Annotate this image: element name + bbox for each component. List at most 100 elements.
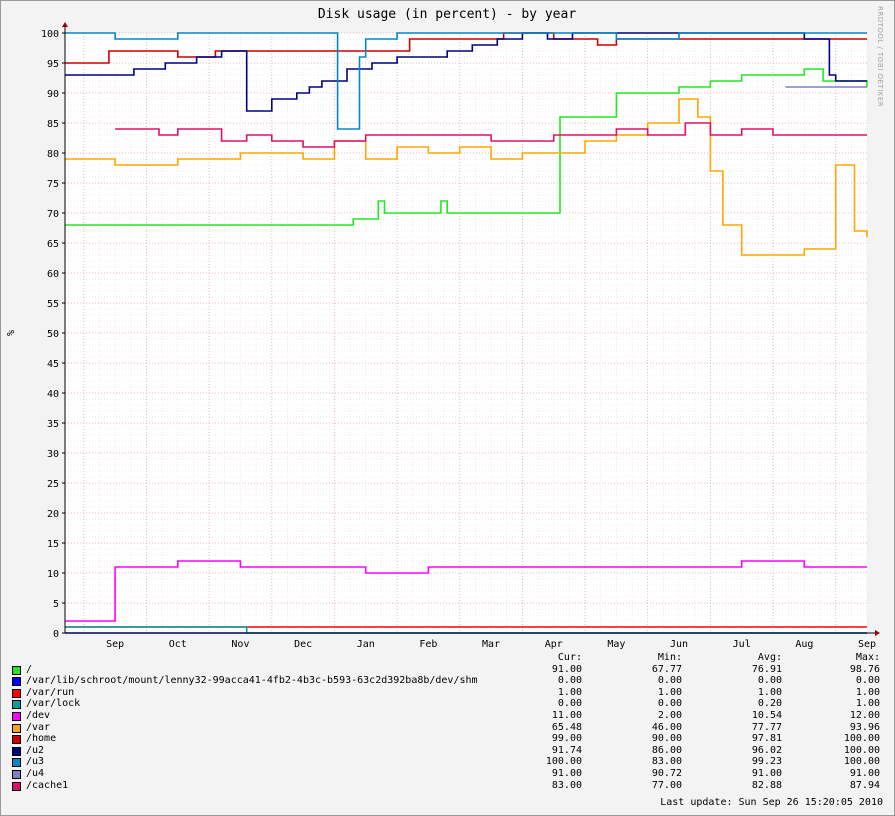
last-update-timestamp: Last update: Sun Sep 26 15:20:05 2010	[660, 797, 883, 808]
disk-usage-chart: Disk usage (in percent) - by year % 0 5 10…	[6, 7, 880, 650]
legend-avg-value: 10.54	[751, 709, 782, 721]
x-axis-ticks: Sep Oct Nov Dec Jan Feb Mar Apr May Jun Jul Aug Sep	[106, 639, 876, 650]
legend-label: /var/lib/schroot/mount/lenny32-99acca41-…	[26, 675, 478, 687]
legend-swatch	[12, 781, 21, 791]
y-axis-ticks: 0 5 10 15 20 25 30 35 40 45 50 55 60 65 70 75 80 85 90 95 10…	[41, 29, 65, 640]
legend-max-value: 100.00	[843, 756, 880, 768]
legend-row: /cache1 83.00 77.00 82.88 87.94	[12, 780, 880, 792]
legend-table: Cur: Min: Avg: Max: / 91.00 67.77 76.91 98.7…	[12, 652, 880, 791]
y-tick-label: 20	[47, 509, 59, 520]
legend-label: /dev	[26, 709, 51, 721]
y-tick-label: 55	[47, 299, 59, 310]
y-tick-label: 100	[41, 29, 59, 40]
legend-cur-value: 1.00	[557, 686, 582, 698]
legend-avg-value: 0.00	[757, 675, 782, 687]
legend-avg-value: 76.91	[751, 663, 782, 675]
x-tick-label: Nov	[231, 639, 249, 650]
legend-avg-value: 96.02	[751, 744, 782, 756]
y-tick-label: 35	[47, 419, 59, 430]
y-tick-label: 60	[47, 269, 59, 280]
legend-header-min: Min:	[657, 652, 682, 663]
legend-label: /var/lock	[26, 698, 81, 710]
legend-max-value: 100.00	[843, 744, 880, 756]
legend-min-value: 46.00	[651, 721, 682, 733]
legend-avg-value: 99.23	[751, 756, 782, 768]
legend-row: /var 65.48 46.00 77.77 93.96	[12, 722, 880, 734]
legend-row: /dev 11.00 2.00 10.54 12.00	[12, 710, 880, 722]
legend-label: /	[26, 663, 33, 675]
legend-avg-value: 1.00	[757, 686, 782, 698]
legend-row: /home 99.00 90.00 97.81 100.00	[12, 733, 880, 745]
legend-max-value: 87.94	[849, 779, 880, 791]
y-tick-label: 15	[47, 539, 59, 550]
legend-min-value: 83.00	[651, 756, 682, 768]
legend-max-value: 91.00	[849, 767, 880, 779]
y-tick-label: 80	[47, 149, 59, 160]
legend-min-value: 0.00	[657, 698, 682, 710]
legend-swatch	[12, 711, 21, 721]
legend-header-cur: Cur:	[557, 652, 582, 663]
legend-min-value: 90.72	[651, 767, 682, 779]
legend-label: /u4	[26, 767, 45, 779]
legend-row: /u2 91.74 86.00 96.02 100.00	[12, 745, 880, 757]
legend-swatch	[12, 665, 21, 675]
legend-cur-value: 0.00	[557, 675, 582, 687]
legend-header-max: Max:	[855, 652, 880, 663]
legend-label: /cache1	[26, 779, 69, 791]
x-tick-label: May	[607, 639, 625, 650]
legend-label: /var	[26, 721, 51, 733]
legend-min-value: 90.00	[651, 733, 682, 745]
y-axis-arrow	[62, 22, 68, 27]
legend-swatch	[12, 700, 21, 710]
y-tick-label: 5	[53, 599, 59, 610]
rrdtool-watermark: RRDTOOL / TOBI OETIKER	[876, 6, 884, 108]
legend-row: / 91.00 67.77 76.91 98.76	[12, 664, 880, 676]
legend-max-value: 12.00	[849, 709, 880, 721]
x-tick-label: Mar	[482, 639, 500, 650]
legend-min-value: 86.00	[651, 744, 682, 756]
legend-row: /var/run 1.00 1.00 1.00 1.00	[12, 687, 880, 699]
legend-header-avg: Avg:	[757, 652, 782, 663]
y-tick-label: 50	[47, 329, 59, 340]
legend-cur-value: 11.00	[551, 709, 582, 721]
legend-row: /u3 100.00 83.00 99.23 100.00	[12, 756, 880, 768]
y-tick-label: 70	[47, 209, 59, 220]
legend-label: /u3	[26, 756, 45, 768]
legend-avg-value: 0.20	[757, 698, 782, 710]
legend-avg-value: 77.77	[751, 721, 782, 733]
x-tick-label: Sep	[106, 639, 124, 650]
y-tick-label: 25	[47, 479, 59, 490]
legend-cur-value: 65.48	[551, 721, 582, 733]
chart-title: Disk usage (in percent) - by year	[318, 7, 576, 22]
y-tick-label: 45	[47, 359, 59, 370]
x-tick-label: Apr	[545, 639, 563, 650]
legend-row: /var/lib/schroot/mount/lenny32-99acca41-…	[12, 675, 880, 687]
legend-swatch	[12, 746, 21, 756]
y-tick-label: 30	[47, 449, 59, 460]
legend-max-value: 93.96	[849, 721, 880, 733]
legend-max-value: 1.00	[855, 686, 880, 698]
legend-cur-value: 91.74	[551, 744, 582, 756]
x-tick-label: Jul	[733, 639, 751, 650]
y-tick-label: 95	[47, 59, 59, 70]
legend-rows: / 91.00 67.77 76.91 98.76/var/lib/schroot/mo…	[12, 664, 880, 792]
legend-min-value: 67.77	[651, 663, 682, 675]
x-tick-label: Sep	[858, 639, 876, 650]
y-tick-label: 75	[47, 179, 59, 190]
legend-swatch	[12, 769, 21, 779]
legend-header-row: Cur: Min: Avg: Max:	[12, 652, 880, 664]
legend-avg-value: 82.88	[751, 779, 782, 791]
legend-row: /u4 91.00 90.72 91.00 91.00	[12, 768, 880, 780]
legend-row: /var/lock 0.00 0.00 0.20 1.00	[12, 698, 880, 710]
legend-max-value: 1.00	[855, 698, 880, 710]
legend-swatch	[12, 723, 21, 733]
y-tick-label: 40	[47, 389, 59, 400]
legend-max-value: 0.00	[855, 675, 880, 687]
legend-cur-value: 100.00	[545, 756, 582, 768]
legend-label: /home	[26, 733, 57, 745]
legend-min-value: 1.00	[657, 686, 682, 698]
x-tick-label: Feb	[419, 639, 437, 650]
legend-swatch	[12, 677, 21, 687]
legend-label: /var/run	[26, 686, 75, 698]
legend-cur-value: 91.00	[551, 767, 582, 779]
